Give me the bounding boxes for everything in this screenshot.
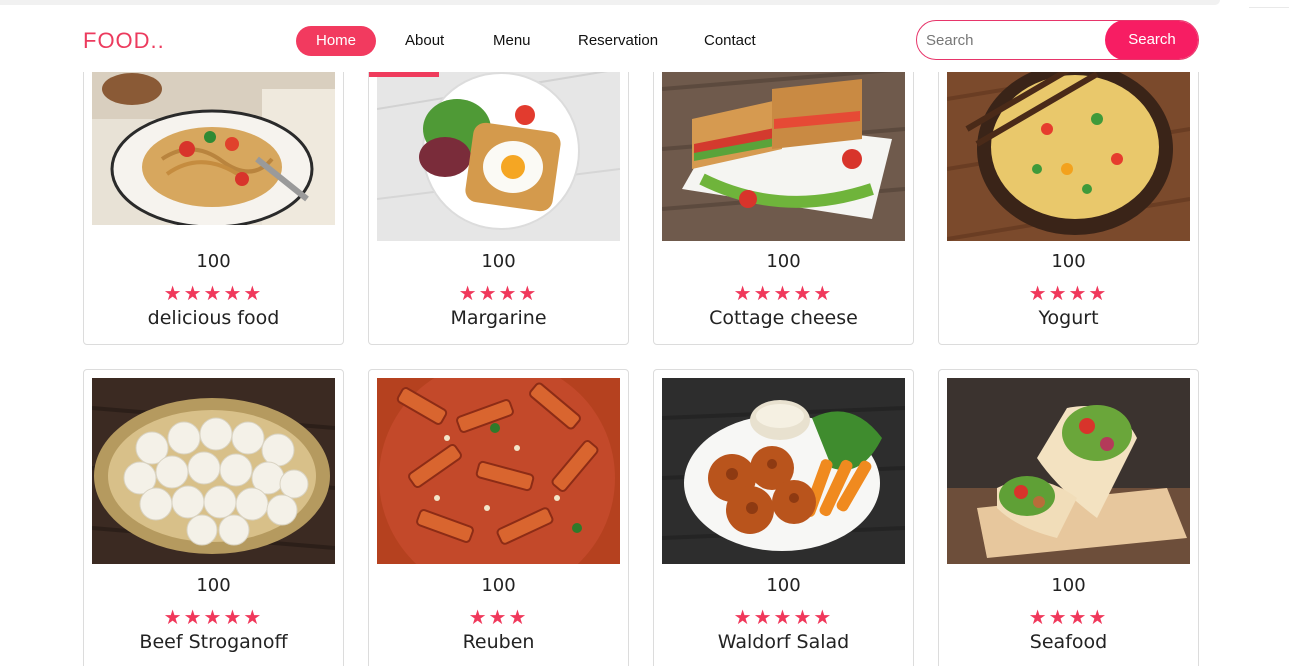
star-rating: ★★★★★	[733, 281, 834, 305]
food-image-dumplings	[92, 378, 335, 564]
food-card[interactable]: 100 ★★★★★ delicious food	[83, 40, 344, 345]
price: 100	[481, 251, 516, 272]
food-name: Reuben	[462, 631, 535, 653]
food-name: Seafood	[1029, 631, 1108, 653]
price: 100	[766, 575, 801, 596]
search-bar: Search	[916, 20, 1199, 60]
food-image-sandwich	[662, 49, 905, 241]
nav-reservation[interactable]: Reservation	[558, 26, 678, 56]
price: 100	[196, 251, 231, 272]
food-image-wraps	[947, 378, 1190, 564]
price: 100	[196, 575, 231, 596]
brand-logo[interactable]: FOOD..	[83, 28, 165, 54]
food-name: Waldorf Salad	[717, 631, 850, 653]
food-card[interactable]: 100 ★★★★ Yogurt	[938, 40, 1199, 345]
food-card[interactable]: 100 ★★★ Reuben	[368, 369, 629, 666]
search-button[interactable]: Search	[1105, 21, 1198, 59]
star-rating: ★★★	[468, 605, 529, 629]
nav-contact[interactable]: Contact	[684, 26, 776, 56]
nav-menu[interactable]: Menu	[473, 26, 551, 56]
star-rating: ★★★★★	[163, 605, 264, 629]
price: 100	[1051, 575, 1086, 596]
navbar: FOOD.. Home About Menu Reservation Conta…	[0, 8, 1289, 72]
star-rating: ★★★★	[1028, 281, 1109, 305]
star-rating: ★★★★	[458, 281, 539, 305]
star-rating: ★★★★	[1028, 605, 1109, 629]
food-name: Cottage cheese	[709, 307, 858, 329]
food-image-egg-toast	[377, 49, 620, 241]
price: 100	[481, 575, 516, 596]
food-name: Yogurt	[1038, 307, 1099, 329]
food-image-penne	[377, 378, 620, 564]
food-card[interactable]: 100 ★★★★ Seafood	[938, 369, 1199, 666]
food-card[interactable]: 100 ★★★★★ Beef Stroganoff	[83, 369, 344, 666]
food-card[interactable]: 100 ★★★★ Margarine	[368, 40, 629, 345]
price: 100	[766, 251, 801, 272]
food-name: Margarine	[450, 307, 547, 329]
food-grid: 100 ★★★★★ delicious food 100 ★★★★ Margar…	[0, 0, 1289, 666]
food-name: Beef Stroganoff	[139, 631, 288, 653]
food-card[interactable]: 100 ★★★★★ Cottage cheese	[653, 40, 914, 345]
food-image-spaghetti	[92, 49, 335, 225]
price: 100	[1051, 251, 1086, 272]
star-rating: ★★★★★	[733, 605, 834, 629]
nav-about[interactable]: About	[385, 26, 464, 56]
food-name: delicious food	[147, 307, 280, 329]
star-rating: ★★★★★	[163, 281, 264, 305]
search-input[interactable]	[917, 21, 1117, 59]
food-card[interactable]: 100 ★★★★★ Waldorf Salad	[653, 369, 914, 666]
food-image-fried-rice	[947, 49, 1190, 241]
food-image-fried-chicken	[662, 378, 905, 564]
nav-home[interactable]: Home	[296, 26, 377, 56]
